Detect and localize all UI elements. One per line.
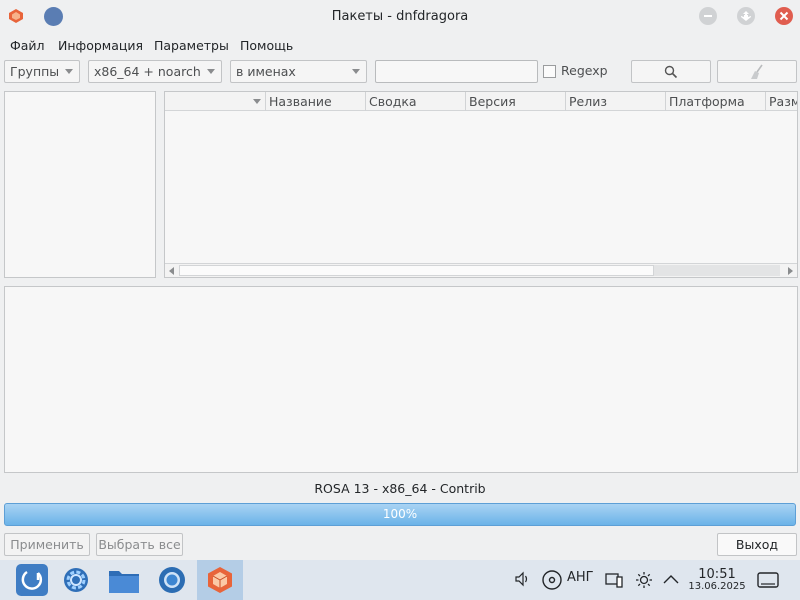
chevron-down-icon <box>65 69 73 74</box>
view-combo-value: Группы <box>10 64 60 79</box>
groups-tree[interactable] <box>4 91 156 278</box>
column-header-size[interactable]: Разм <box>765 92 797 111</box>
window-title: Пакеты - dnfdragora <box>331 9 469 24</box>
apply-button[interactable]: Применить <box>4 533 90 556</box>
column-header-version[interactable]: Версия <box>465 92 565 111</box>
regexp-checkbox[interactable] <box>543 65 556 78</box>
package-info-panel <box>4 286 798 473</box>
file-manager-folder-icon[interactable] <box>106 563 142 597</box>
regexp-label: Regexp <box>561 63 608 78</box>
clock-date[interactable]: 13.06.2025 <box>686 581 748 592</box>
settings-gear-icon[interactable] <box>58 563 94 597</box>
sort-indicator-icon <box>253 99 261 104</box>
brightness-icon[interactable] <box>634 570 654 590</box>
view-combo[interactable]: Группы <box>4 60 80 83</box>
search-button[interactable] <box>631 60 711 83</box>
volume-icon[interactable] <box>514 570 532 588</box>
menu-information[interactable]: Информация <box>58 38 143 54</box>
arch-combo-value: x86_64 + noarch <box>94 64 201 79</box>
column-header-select[interactable] <box>165 92 265 111</box>
search-input[interactable] <box>375 60 538 83</box>
column-header-platform[interactable]: Платформа <box>665 92 765 111</box>
scrollbar-handle[interactable] <box>654 265 780 276</box>
menu-help[interactable]: Помощь <box>240 38 293 54</box>
minimize-button[interactable] <box>699 7 717 25</box>
horizontal-scrollbar[interactable] <box>165 263 797 277</box>
menu-file[interactable]: Файл <box>10 38 45 54</box>
maximize-button[interactable] <box>737 7 755 25</box>
clock-time[interactable]: 10:51 <box>690 567 744 582</box>
exit-button[interactable]: Выход <box>717 533 797 556</box>
start-menu-icon[interactable] <box>14 563 50 597</box>
select-all-button[interactable]: Выбрать все <box>96 533 183 556</box>
search-field-combo[interactable]: в именах <box>230 60 367 83</box>
broom-icon <box>751 64 763 79</box>
scroll-right-icon[interactable] <box>788 267 793 275</box>
column-header-release[interactable]: Релиз <box>565 92 665 111</box>
repo-status: ROSA 13 - x86_64 - Contrib <box>314 481 486 496</box>
chevron-down-icon <box>207 69 215 74</box>
clear-search-button[interactable] <box>717 60 797 83</box>
keyboard-layout-indicator[interactable]: АНГ <box>567 570 594 585</box>
search-icon <box>664 65 678 79</box>
dnfdragora-icon <box>208 567 232 593</box>
column-header-name[interactable]: Название <box>265 92 365 111</box>
scroll-left-icon[interactable] <box>169 267 174 275</box>
arch-combo[interactable]: x86_64 + noarch <box>88 60 222 83</box>
table-header: Название Сводка Версия Релиз Платформа Р… <box>165 92 797 111</box>
packages-table[interactable] <box>164 91 798 278</box>
disc-icon[interactable] <box>541 569 563 591</box>
menu-parameters[interactable]: Параметры <box>154 38 229 54</box>
chevron-up-icon[interactable] <box>662 572 680 586</box>
progress-label: 100% <box>382 507 418 521</box>
scrollbar-track[interactable] <box>179 265 654 276</box>
taskbar-active-dnfdragora[interactable] <box>197 560 243 600</box>
close-button[interactable] <box>775 7 793 25</box>
column-header-summary[interactable]: Сводка <box>365 92 465 111</box>
search-field-combo-value: в именах <box>236 64 296 79</box>
browser-chromium-icon[interactable] <box>154 563 190 597</box>
show-desktop-icon[interactable] <box>756 570 780 590</box>
network-icon[interactable] <box>604 570 624 590</box>
chevron-down-icon <box>352 69 360 74</box>
